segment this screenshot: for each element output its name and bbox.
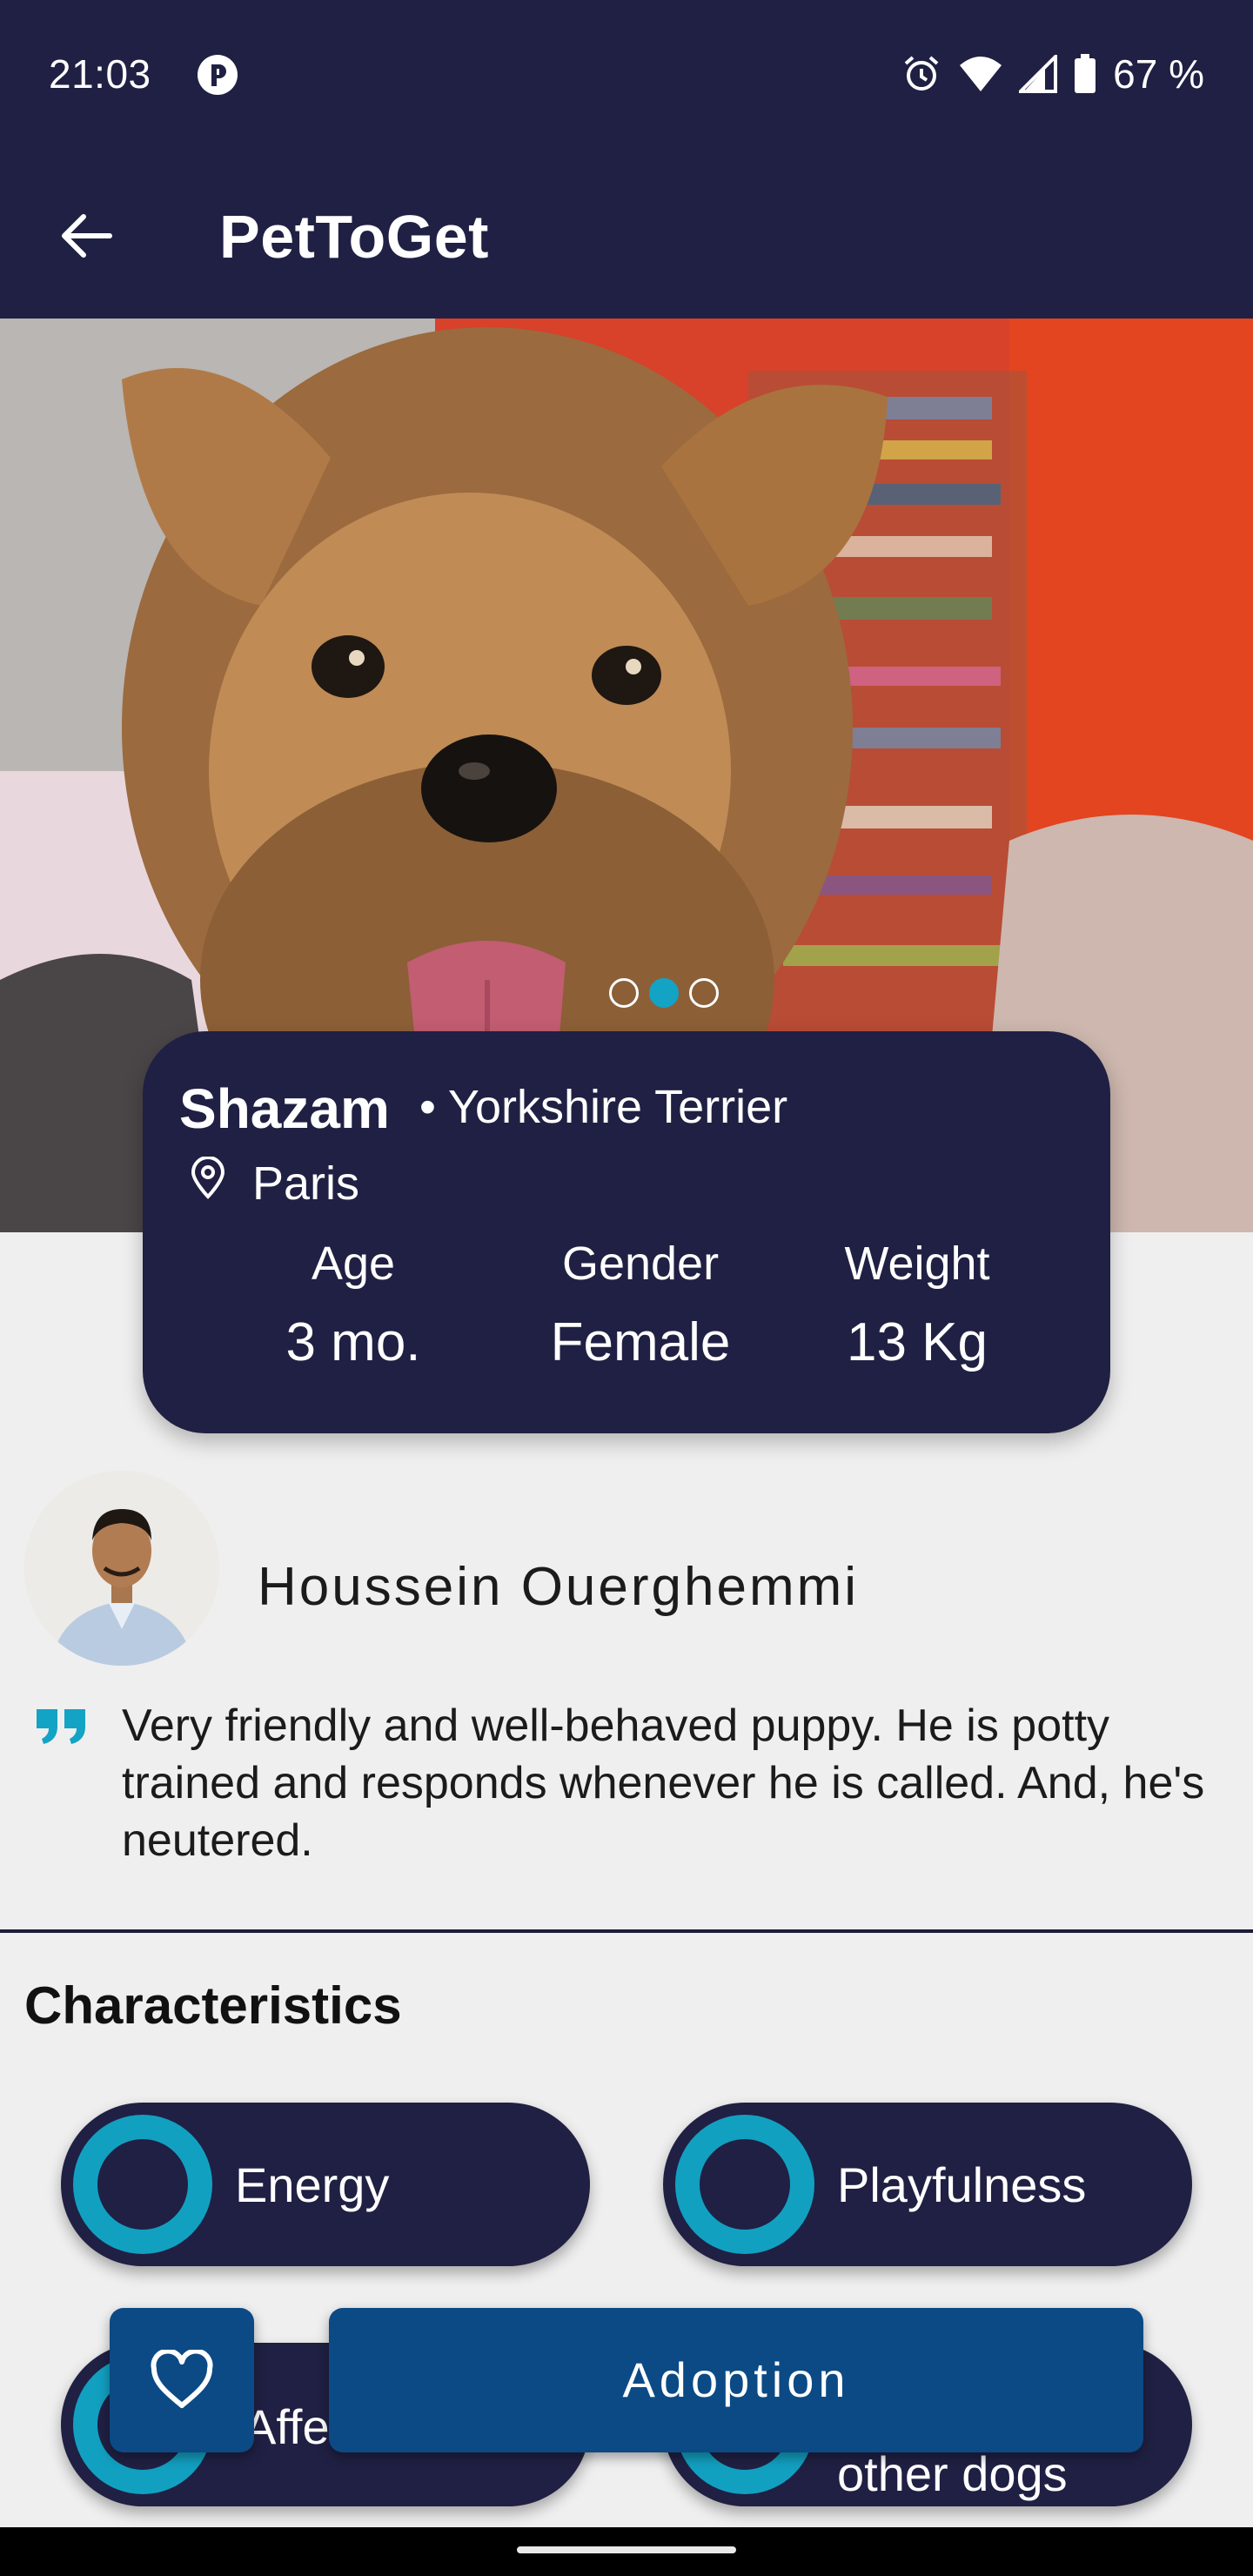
characteristic-chip-energy[interactable]: Energy bbox=[61, 2103, 590, 2266]
status-icons: 67 % bbox=[901, 50, 1204, 97]
carousel-dot[interactable] bbox=[609, 978, 639, 1008]
back-arrow-icon[interactable] bbox=[56, 205, 117, 266]
app-title: PetToGet bbox=[219, 203, 489, 271]
pet-breed: • Yorkshire Terrier bbox=[419, 1081, 788, 1133]
favorite-button[interactable] bbox=[110, 2308, 254, 2452]
stat-gender: Gender Female bbox=[527, 1237, 754, 1373]
p-status-icon bbox=[198, 55, 238, 95]
characteristic-chip-playfulness[interactable]: Playfulness bbox=[663, 2103, 1192, 2266]
characteristic-label: Playfulness bbox=[837, 2157, 1087, 2212]
pet-description: Very friendly and well-behaved puppy. He… bbox=[122, 1701, 1205, 1866]
signal-icon bbox=[1019, 55, 1058, 93]
quote-icon bbox=[37, 1709, 85, 1744]
avatar[interactable] bbox=[24, 1471, 219, 1666]
owner-row[interactable]: Houssein Ouerghemmi bbox=[24, 1471, 1243, 1671]
app-bar: PetToGet bbox=[0, 153, 1253, 319]
heart-icon bbox=[151, 2350, 213, 2408]
system-nav-bar bbox=[0, 2527, 1253, 2576]
stat-label: Gender bbox=[561, 1238, 720, 1290]
characteristic-label: other dogs bbox=[837, 2446, 1068, 2501]
carousel-dot-active[interactable] bbox=[649, 978, 679, 1008]
owner-photo bbox=[24, 1471, 219, 1666]
section-divider bbox=[0, 1929, 1253, 1933]
status-bar: 21:03 67 % bbox=[0, 0, 1253, 153]
characteristic-label: Energy bbox=[235, 2157, 390, 2212]
adoption-button[interactable]: Adoption bbox=[329, 2308, 1143, 2452]
pet-city: Paris bbox=[252, 1157, 360, 1210]
level-ring bbox=[73, 2115, 212, 2254]
stat-label: Weight bbox=[844, 1238, 990, 1290]
stat-value: 3 mo. bbox=[285, 1312, 421, 1372]
stat-weight: Weight 13 Kg bbox=[804, 1237, 1030, 1373]
battery-icon bbox=[1075, 54, 1096, 93]
characteristic-label: Affe bbox=[244, 2399, 330, 2454]
stat-age: Age 3 mo. bbox=[240, 1237, 466, 1373]
carousel-dot[interactable] bbox=[689, 978, 719, 1008]
carousel-indicator bbox=[609, 978, 719, 1008]
level-ring bbox=[675, 2115, 814, 2254]
owner-name[interactable]: Houssein Ouerghemmi bbox=[258, 1556, 859, 1618]
status-time: 21:03 bbox=[49, 51, 151, 97]
pet-name: Shazam bbox=[179, 1077, 390, 1140]
home-handle[interactable] bbox=[517, 2546, 736, 2553]
pet-info-card: Shazam • Yorkshire Terrier Paris Age 3 m… bbox=[143, 1031, 1110, 1433]
stat-value: 13 Kg bbox=[846, 1312, 988, 1372]
alarm-icon bbox=[904, 56, 939, 91]
location-pin-icon bbox=[191, 1157, 225, 1199]
stat-label: Age bbox=[311, 1238, 396, 1290]
characteristics-title: Characteristics bbox=[24, 1976, 402, 2035]
wifi-icon bbox=[960, 57, 1002, 91]
stat-value: Female bbox=[550, 1312, 731, 1372]
battery-percent: 67 % bbox=[1113, 51, 1204, 97]
